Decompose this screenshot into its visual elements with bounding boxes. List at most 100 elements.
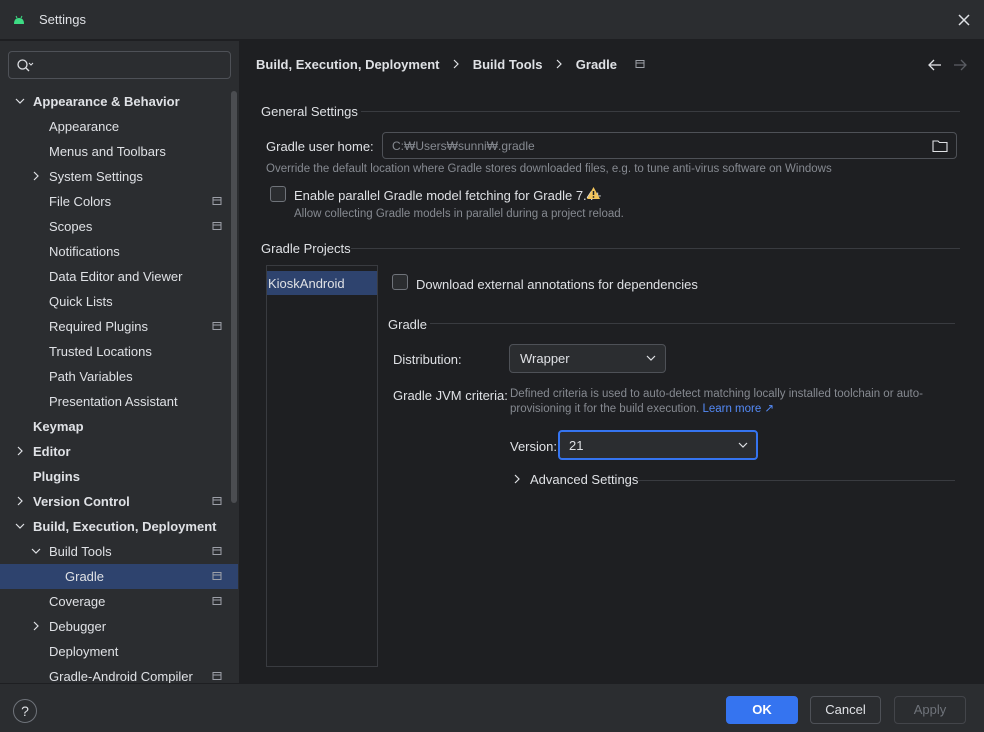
settings-content: Build, Execution, Deployment Build Tools… (241, 41, 984, 683)
sidebar-item[interactable]: File Colors (0, 189, 238, 214)
parallel-fetching-label: Enable parallel Gradle model fetching fo… (294, 188, 602, 203)
sidebar-item-label: Scopes (49, 219, 93, 234)
sidebar-item[interactable]: Appearance & Behavior (0, 89, 238, 114)
sidebar-item[interactable]: Quick Lists (0, 289, 238, 314)
chevron-right-icon (514, 474, 520, 484)
chevron-right-icon[interactable] (15, 496, 25, 506)
sidebar-item[interactable]: Keymap (0, 414, 238, 439)
chevron-right-icon[interactable] (15, 446, 25, 456)
section-divider (351, 248, 960, 249)
chevron-right-icon[interactable] (31, 621, 41, 631)
sidebar-item[interactable]: Coverage (0, 589, 238, 614)
gradle-home-label: Gradle user home: (266, 139, 374, 154)
sidebar-item[interactable]: Build, Execution, Deployment (0, 514, 238, 539)
sidebar-item-label: Editor (33, 444, 71, 459)
chevron-down-icon (738, 442, 748, 448)
breadcrumb-item[interactable]: Build, Execution, Deployment (256, 57, 439, 72)
jvm-criteria-description: Defined criteria is used to auto-detect … (510, 387, 930, 417)
chevron-down-icon[interactable] (15, 96, 25, 106)
version-value: 21 (569, 438, 584, 453)
cancel-button[interactable]: Cancel (810, 696, 881, 724)
breadcrumb: Build, Execution, Deployment Build Tools… (256, 57, 645, 75)
sidebar-item[interactable]: Gradle (0, 564, 238, 589)
sidebar-item[interactable]: Appearance (0, 114, 238, 139)
chevron-down-icon (646, 355, 656, 361)
breadcrumb-item: Gradle (575, 57, 617, 72)
distribution-dropdown[interactable]: Wrapper (509, 344, 666, 373)
title-bar: Settings (0, 0, 984, 40)
sidebar-item[interactable]: Version Control (0, 489, 238, 514)
sidebar-item-label: Required Plugins (49, 319, 149, 334)
sidebar-item-label: Trusted Locations (49, 344, 152, 359)
gradle-home-hint: Override the default location where Grad… (266, 163, 832, 175)
sidebar-item[interactable]: Plugins (0, 464, 238, 489)
sidebar-item[interactable]: Trusted Locations (0, 339, 238, 364)
gradle-home-field[interactable] (382, 132, 957, 159)
project-scope-icon (635, 60, 645, 68)
project-scope-icon (212, 547, 222, 555)
download-annotations-label: Download external annotations for depend… (416, 277, 698, 292)
project-scope-icon (212, 197, 222, 205)
sidebar-item[interactable]: Build Tools (0, 539, 238, 564)
sidebar-item[interactable]: Scopes (0, 214, 238, 239)
sidebar-item[interactable]: Editor (0, 439, 238, 464)
dialog-footer: ? OK Cancel Apply (0, 683, 984, 732)
gradle-section-title: Gradle (388, 317, 428, 332)
sidebar-item-label: Build, Execution, Deployment (33, 519, 217, 534)
sidebar-item-label: Notifications (49, 244, 120, 259)
sidebar-item[interactable]: Gradle-Android Compiler (0, 664, 238, 683)
sidebar-item[interactable]: Debugger (0, 614, 238, 639)
project-scope-icon (212, 572, 222, 580)
breadcrumb-item[interactable]: Build Tools (473, 57, 543, 72)
gradle-home-input[interactable] (392, 139, 912, 153)
sidebar-item-label: Plugins (33, 469, 80, 484)
sidebar-item[interactable]: System Settings (0, 164, 238, 189)
sidebar-item-label: Deployment (49, 644, 119, 659)
sidebar-item[interactable]: Menus and Toolbars (0, 139, 238, 164)
help-button[interactable]: ? (13, 699, 37, 723)
project-scope-icon (212, 322, 222, 330)
sidebar-item-label: Path Variables (49, 369, 133, 384)
project-item-label: KioskAndroid (268, 276, 345, 291)
sidebar-item-label: Version Control (33, 494, 130, 509)
android-icon (14, 15, 24, 24)
chevron-down-icon[interactable] (15, 521, 25, 531)
section-divider (637, 480, 955, 481)
project-item-kioskandroid[interactable]: KioskAndroid (267, 271, 377, 295)
back-arrow-icon[interactable] (927, 57, 943, 73)
sidebar-item-label: Gradle-Android Compiler (49, 669, 193, 683)
window-title: Settings (39, 12, 86, 27)
sidebar-item[interactable]: Required Plugins (0, 314, 238, 339)
chevron-right-icon (453, 59, 459, 69)
close-icon[interactable] (954, 10, 974, 30)
gradle-project-list: KioskAndroid (266, 265, 378, 667)
chevron-right-icon[interactable] (31, 171, 41, 181)
folder-icon[interactable] (932, 139, 948, 153)
version-dropdown[interactable]: 21 (558, 430, 758, 460)
search-icon (17, 59, 34, 72)
sidebar-item-label: Gradle (65, 569, 105, 584)
sidebar-item-label: Appearance & Behavior (33, 94, 180, 109)
sidebar-item[interactable]: Data Editor and Viewer (0, 264, 238, 289)
ok-button[interactable]: OK (726, 696, 798, 724)
parallel-fetching-checkbox[interactable] (270, 186, 286, 202)
sidebar-item[interactable]: Path Variables (0, 364, 238, 389)
search-box[interactable] (8, 51, 231, 79)
chevron-right-icon (556, 59, 563, 69)
section-divider (430, 323, 955, 324)
learn-more-link[interactable]: Learn more ↗ (702, 403, 774, 415)
sidebar-item[interactable]: Deployment (0, 639, 238, 664)
sidebar-item-label: System Settings (49, 169, 143, 184)
chevron-down-icon[interactable] (31, 546, 41, 556)
sidebar-item[interactable]: Presentation Assistant (0, 389, 238, 414)
sidebar-item[interactable]: Notifications (0, 239, 238, 264)
forward-arrow-icon[interactable] (952, 57, 968, 73)
apply-button[interactable]: Apply (894, 696, 966, 724)
download-annotations-checkbox[interactable] (392, 274, 408, 290)
general-settings-title: General Settings (261, 104, 358, 119)
project-scope-icon (212, 497, 222, 505)
search-input[interactable] (39, 56, 224, 74)
warning-icon (587, 187, 600, 199)
advanced-settings-label: Advanced Settings (530, 472, 639, 487)
sidebar-scrollbar[interactable] (231, 91, 237, 503)
